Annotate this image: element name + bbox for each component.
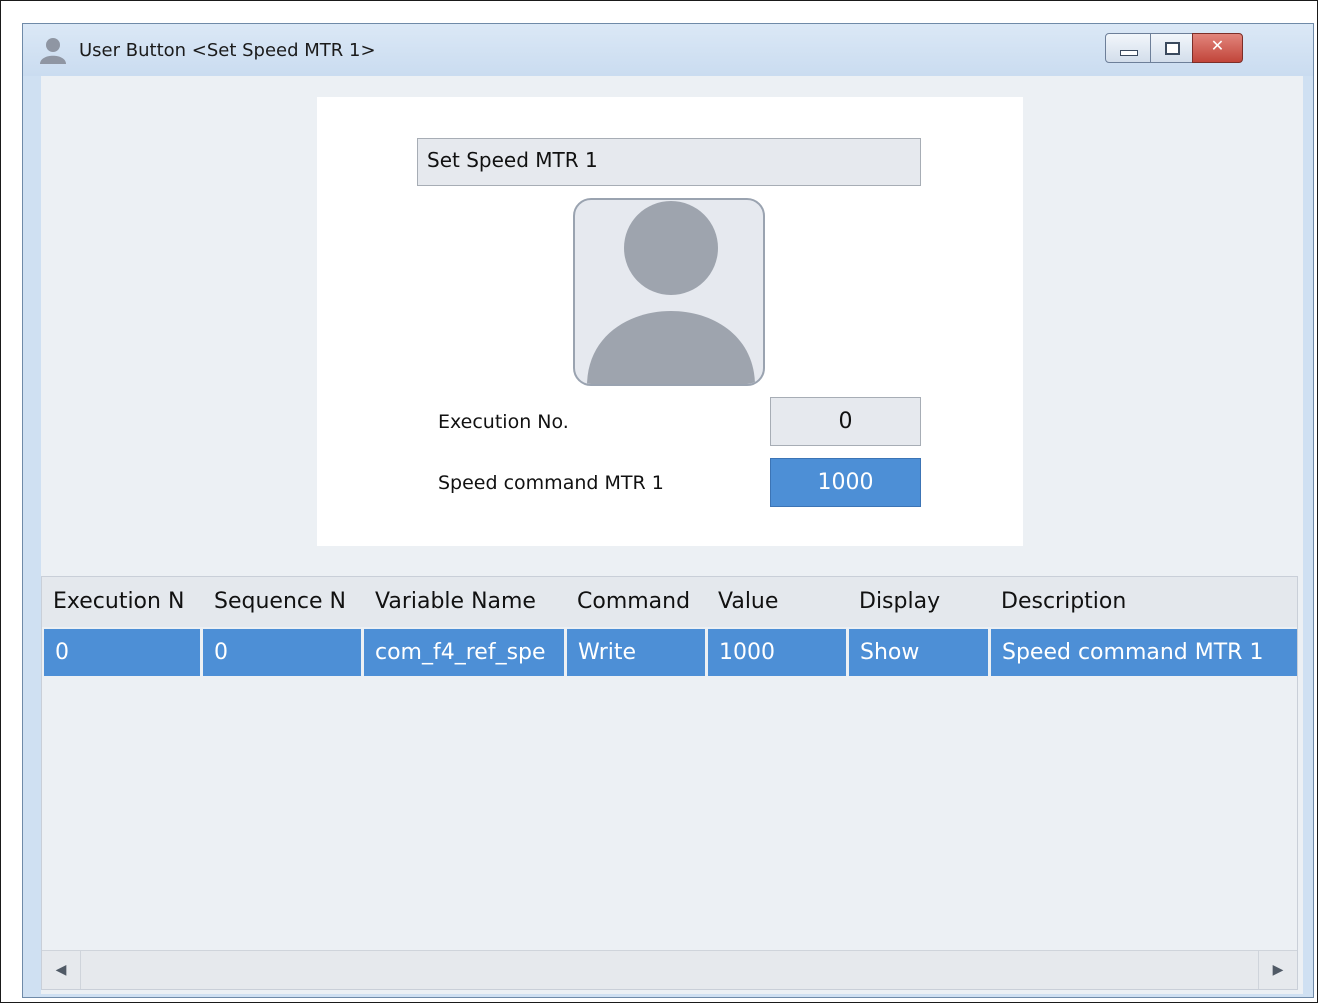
horizontal-scrollbar[interactable]: ◀ ▶ [42,950,1297,989]
column-header-command[interactable]: Command [566,577,707,627]
cell-execution-no[interactable]: 0 [44,629,200,676]
column-header-display[interactable]: Display [848,577,990,627]
maximize-button[interactable] [1150,33,1193,63]
scroll-left-icon[interactable]: ◀ [42,951,81,989]
cell-value[interactable]: 1000 [708,629,846,676]
title-bar[interactable]: User Button <Set Speed MTR 1> [23,24,1313,76]
window-client-area: Set Speed MTR 1 Execution No. 0 Speed co… [41,76,1303,994]
user-icon [40,38,66,64]
column-header-sequence-no[interactable]: Sequence N [203,577,364,627]
avatar-silhouette-icon [587,201,755,384]
scroll-right-icon[interactable]: ▶ [1258,951,1297,989]
execution-no-label: Execution No. [438,411,569,433]
sequence-table: Execution N Sequence N Variable Name Com… [41,576,1298,990]
column-header-value[interactable]: Value [707,577,848,627]
user-avatar-icon[interactable] [573,198,765,386]
cell-description[interactable]: Speed command MTR 1 [991,629,1297,676]
cell-command[interactable]: Write [567,629,705,676]
minimize-button[interactable] [1105,33,1151,63]
close-button[interactable] [1192,33,1243,63]
cell-display[interactable]: Show [849,629,988,676]
user-button-window: User Button <Set Speed MTR 1> Set Speed … [22,23,1314,998]
button-caption[interactable]: Set Speed MTR 1 [417,138,921,186]
cell-variable-name[interactable]: com_f4_ref_spe [364,629,564,676]
cell-sequence-no[interactable]: 0 [203,629,361,676]
window-title: User Button <Set Speed MTR 1> [79,40,376,61]
execution-no-value[interactable]: 0 [770,397,921,446]
button-preview-panel: Set Speed MTR 1 Execution No. 0 Speed co… [317,97,1023,546]
column-header-description[interactable]: Description [990,577,1297,627]
speed-command-value[interactable]: 1000 [770,458,921,507]
column-header-variable-name[interactable]: Variable Name [364,577,566,627]
column-header-execution-no[interactable]: Execution N [42,577,203,627]
table-header: Execution N Sequence N Variable Name Com… [42,577,1297,627]
speed-command-label: Speed command MTR 1 [438,472,664,494]
table-row[interactable]: 0 0 com_f4_ref_spe Write 1000 Show Speed… [44,629,1297,676]
